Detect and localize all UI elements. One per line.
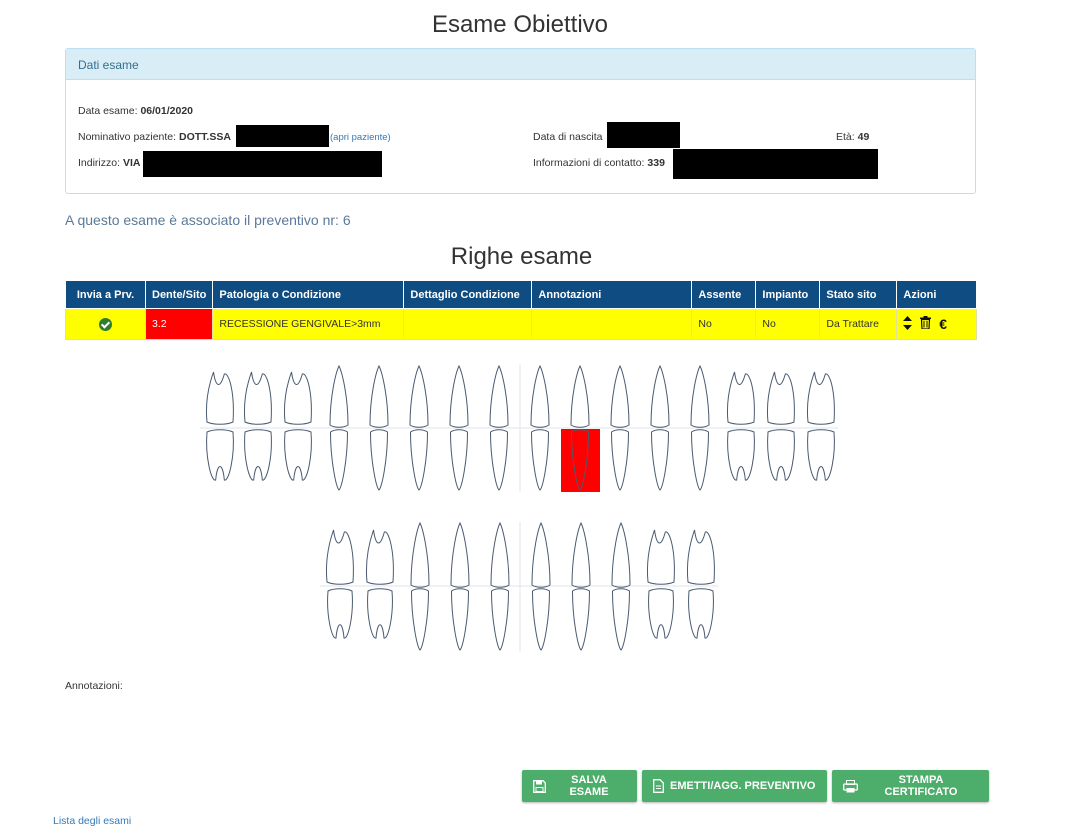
tooth-outline <box>410 521 430 588</box>
tooth-outline <box>531 588 551 651</box>
tooth-outline <box>490 588 510 651</box>
tooth-outline <box>690 364 710 428</box>
tooth-outline <box>688 588 714 639</box>
tooth-outline <box>327 588 353 639</box>
tooth-outline <box>650 364 670 428</box>
tooth-outline <box>369 429 389 491</box>
tooth-outline <box>648 588 674 639</box>
tooth-outline <box>490 521 510 588</box>
annotations-label: Annotazioni: <box>65 680 123 692</box>
tooth-outline <box>489 364 509 428</box>
tooth-outline <box>410 588 430 651</box>
tooth-outline <box>767 371 795 425</box>
tooth-outline <box>611 588 631 651</box>
tooth-outline <box>727 371 755 425</box>
tooth-outline <box>807 371 835 425</box>
tooth-outline <box>767 429 795 481</box>
tooth-outline <box>244 371 272 425</box>
tooth-outline <box>284 371 312 425</box>
tooth-outline <box>449 429 469 491</box>
tooth-outline <box>326 529 354 585</box>
tooth-outline <box>329 364 349 428</box>
tooth-outline <box>206 429 234 481</box>
tooth-outline <box>409 429 429 491</box>
document-icon <box>653 779 664 793</box>
tooth-outline <box>647 529 675 585</box>
exam-list-link[interactable]: Lista degli esami <box>53 815 131 827</box>
tooth-outline <box>807 429 835 481</box>
tooth-outline <box>366 529 394 585</box>
tooth-outline <box>206 371 234 425</box>
tooth-outline <box>450 588 470 651</box>
tooth-outline <box>610 429 630 491</box>
tooth-outline <box>367 588 393 639</box>
highlighted-tooth-3-2 <box>561 429 600 492</box>
tooth-outline <box>329 429 349 491</box>
tooth-outline <box>244 429 272 481</box>
tooth-outline <box>650 429 670 491</box>
tooth-outline <box>530 429 550 491</box>
tooth-outline <box>530 364 550 428</box>
tooth-outline <box>409 364 429 428</box>
tooth-outline <box>450 521 470 588</box>
print-certificate-button[interactable]: STAMPA CERTIFICATO <box>832 770 989 802</box>
tooth-outline <box>687 529 715 585</box>
save-exam-button[interactable]: SALVA ESAME <box>522 770 637 802</box>
emit-estimate-button[interactable]: EMETTI/AGG. PREVENTIVO <box>642 770 827 802</box>
tooth-outline <box>531 521 551 588</box>
floppy-disk-icon <box>533 779 546 793</box>
tooth-outline <box>449 364 469 428</box>
tooth-outline <box>610 364 630 428</box>
printer-icon <box>843 779 858 792</box>
tooth-outline <box>284 429 312 481</box>
tooth-outline <box>727 429 755 481</box>
dental-chart-svg <box>200 364 838 652</box>
tooth-outline <box>570 364 590 428</box>
tooth-outline <box>690 429 710 491</box>
tooth-outline <box>489 429 509 491</box>
tooth-outline <box>571 521 591 588</box>
tooth-outline <box>611 521 631 588</box>
tooth-outline <box>571 588 591 651</box>
tooth-outline <box>369 364 389 428</box>
